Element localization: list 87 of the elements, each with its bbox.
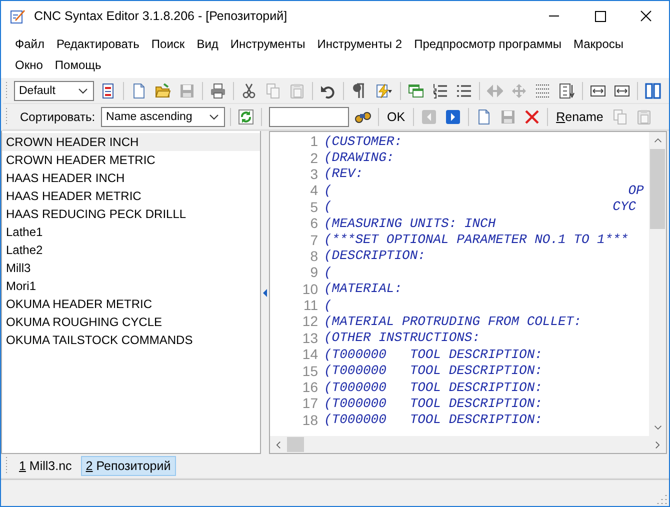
resize-grip-icon[interactable] xyxy=(657,494,667,504)
code-line: (MATERIAL: xyxy=(324,281,402,296)
filter-field[interactable] xyxy=(269,107,350,127)
repository-item[interactable]: HAAS HEADER INCH xyxy=(2,169,260,187)
menu-item[interactable]: Файл xyxy=(9,34,51,55)
ok-button[interactable]: OK xyxy=(384,108,408,126)
menu-item[interactable]: Вид xyxy=(190,34,224,55)
line-number: 6 xyxy=(309,215,319,232)
line-number: 2 xyxy=(309,150,319,166)
grip-icon[interactable] xyxy=(5,107,8,127)
window-tab[interactable]: 1 Mill3.nc xyxy=(14,456,77,476)
line-number: 17 xyxy=(301,395,319,412)
line-number: 5 xyxy=(309,198,319,215)
repository-item[interactable]: HAAS REDUCING PECK DRILLL xyxy=(2,205,260,223)
scroll-thumb[interactable] xyxy=(650,149,665,229)
vertical-scrollbar[interactable] xyxy=(649,132,666,436)
repository-item[interactable]: CROWN HEADER INCH xyxy=(2,133,260,151)
repository-item[interactable]: CROWN HEADER METRIC xyxy=(2,151,260,169)
line-number: 9 xyxy=(309,264,319,280)
sort-label: Сортировать: xyxy=(19,110,96,124)
menu-item[interactable]: Макросы xyxy=(568,34,630,55)
code-line: (DRAWING: xyxy=(324,150,394,166)
code-line: (OTHER INSTRUCTIONS: xyxy=(324,330,480,346)
scroll-left-icon[interactable] xyxy=(276,440,281,448)
line-number: 12 xyxy=(301,313,319,330)
scroll-right-icon[interactable] xyxy=(655,440,660,448)
line-number: 11 xyxy=(302,297,319,314)
code-line: (T000000 TOOL DESCRIPTION: xyxy=(324,412,542,428)
code-line: (MEASURING UNITS: INCH xyxy=(324,216,496,231)
printer-icon[interactable] xyxy=(208,81,228,101)
repository-item[interactable]: HAAS HEADER METRIC xyxy=(2,187,260,205)
sort-dropdown[interactable]: Name ascending xyxy=(101,107,226,127)
repository-item[interactable]: Lathe2 xyxy=(2,241,260,259)
code-line: (T000000 TOOL DESCRIPTION: xyxy=(324,380,542,395)
code-line: (T000000 TOOL DESCRIPTION: xyxy=(324,363,542,378)
line-number: 1 xyxy=(309,133,319,150)
code-line: (DESCRIPTION: xyxy=(324,248,426,264)
code-line: (***SET OPTIONAL PARAMETER NO.1 TO 1*** xyxy=(324,232,628,248)
code-line: (T000000 TOOL DESCRIPTION: xyxy=(324,346,542,362)
menu-item[interactable]: Помощь xyxy=(48,55,108,76)
line-number: 10 xyxy=(301,280,319,297)
line-number: 16 xyxy=(301,379,319,396)
line-number: 18 xyxy=(301,412,319,428)
caret-icon[interactable] xyxy=(209,114,220,120)
collapse-icon[interactable] xyxy=(263,288,267,296)
code-line: (T000000 TOOL DESCRIPTION: xyxy=(324,396,542,411)
scroll-down-icon[interactable] xyxy=(654,425,662,430)
style-dropdown[interactable]: Default xyxy=(14,81,94,101)
app-icon xyxy=(10,8,26,24)
window-title: CNC Syntax Editor 3.1.8.206 - [Репозиторий] xyxy=(34,9,288,23)
repository-item[interactable]: Mori1 xyxy=(2,277,260,295)
menu-item[interactable]: Окно xyxy=(9,55,49,76)
line-number: 3 xyxy=(309,166,319,182)
grip-icon[interactable] xyxy=(5,456,8,476)
code-line: ( CYC xyxy=(324,199,636,214)
sort-icon[interactable] xyxy=(557,81,577,101)
repository-item[interactable]: OKUMA HEADER METRIC xyxy=(2,295,260,313)
repository-item[interactable]: OKUMA TAILSTOCK COMMANDS xyxy=(2,331,260,349)
code-line: (MATERIAL PROTRUDING FROM COLLET: xyxy=(324,314,582,329)
menu-item[interactable]: Инструменты xyxy=(224,34,312,55)
two-columns-icon[interactable] xyxy=(643,81,663,101)
scroll-up-icon[interactable] xyxy=(654,138,662,143)
refresh-icon[interactable] xyxy=(236,107,256,127)
code-line: ( OP xyxy=(324,182,644,198)
window-tab[interactable]: 2 Репозиторий xyxy=(80,456,176,476)
line-number: 4 xyxy=(309,182,319,198)
line-number: 8 xyxy=(309,248,319,264)
repository-item[interactable]: Mill3 xyxy=(2,259,260,277)
horizontal-scrollbar[interactable] xyxy=(270,436,666,453)
grip-icon[interactable] xyxy=(5,81,8,101)
code-line: (CUSTOMER: xyxy=(324,134,402,149)
repository-item[interactable]: Lathe1 xyxy=(2,223,260,241)
menu-item[interactable]: Редактировать xyxy=(50,34,146,55)
code-line: (REV: xyxy=(324,166,364,182)
line-number: 13 xyxy=(301,330,319,346)
line-number: 15 xyxy=(301,362,319,379)
menu-item[interactable]: Поиск xyxy=(145,34,191,55)
menu-item[interactable]: Предпросмотр программы xyxy=(408,34,568,55)
scroll-thumb[interactable] xyxy=(287,437,304,452)
caret-icon[interactable] xyxy=(78,88,88,94)
code-line: ( xyxy=(324,264,332,280)
line-number: 14 xyxy=(301,346,319,362)
repository-item[interactable]: OKUMA ROUGHING CYCLE xyxy=(2,313,260,331)
rename-button[interactable]: Rename xyxy=(553,108,606,126)
code-line: ( xyxy=(324,298,332,313)
menu-item[interactable]: Инструменты 2 xyxy=(311,34,408,55)
line-number: 7 xyxy=(309,232,319,248)
